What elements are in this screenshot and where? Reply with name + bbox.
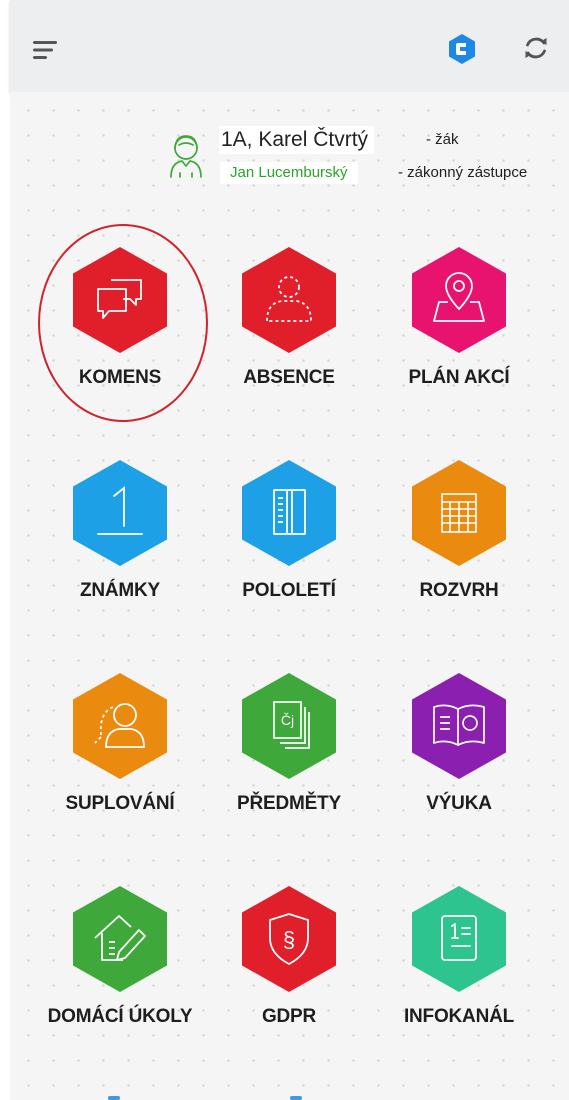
student-avatar-icon bbox=[170, 135, 202, 178]
module-label: INFOKANÁL bbox=[403, 1006, 515, 1027]
student-role-label: - žák bbox=[426, 131, 459, 148]
module-tile-gdpr[interactable]: § GDPR bbox=[199, 886, 379, 1056]
guardian-role-label: - zákonný zástupce bbox=[398, 164, 528, 181]
substitute-person-icon bbox=[73, 673, 167, 779]
student-class-and-name: 1A, Karel Čtvrtý bbox=[219, 126, 375, 154]
hamburger-menu-icon bbox=[33, 41, 57, 59]
report-book-icon bbox=[242, 460, 336, 566]
module-tile-pololeti[interactable]: POLOLETÍ bbox=[199, 460, 379, 630]
module-tile-plan-akci[interactable]: PLÁN AKCÍ bbox=[369, 247, 549, 417]
bakalari-logo-button[interactable] bbox=[440, 27, 484, 71]
module-tile-domaci-ukoly[interactable]: DOMÁCÍ ÚKOLY bbox=[30, 886, 210, 1056]
user-info: 1A, Karel Čtvrtý - žák Jan Lucemburský -… bbox=[158, 122, 569, 192]
next-row-hint bbox=[290, 1096, 302, 1100]
module-label: DOMÁCÍ ÚKOLY bbox=[47, 1006, 193, 1027]
chat-bubbles-icon bbox=[73, 247, 167, 353]
map-pin-icon bbox=[412, 247, 506, 353]
module-label: SUPLOVÁNÍ bbox=[65, 793, 175, 814]
next-row-hint bbox=[108, 1096, 120, 1100]
module-label: POLOLETÍ bbox=[242, 580, 336, 601]
bakalari-logo-icon bbox=[449, 34, 475, 64]
svg-text:§: § bbox=[283, 927, 295, 952]
subject-pages-icon: Čj bbox=[242, 673, 336, 779]
info-list-icon bbox=[412, 886, 506, 992]
module-tile-znamky[interactable]: ZNÁMKY bbox=[30, 460, 210, 630]
module-label: PŘEDMĚTY bbox=[237, 793, 341, 814]
timetable-grid-icon bbox=[412, 460, 506, 566]
open-book-icon bbox=[412, 673, 506, 779]
module-tile-suplovani[interactable]: SUPLOVÁNÍ bbox=[30, 673, 210, 843]
refresh-icon bbox=[525, 37, 547, 59]
module-tile-infokanal[interactable]: INFOKANÁL bbox=[369, 886, 549, 1056]
module-label: ABSENCE bbox=[243, 367, 335, 388]
menu-button[interactable] bbox=[24, 28, 68, 72]
absent-person-icon bbox=[242, 247, 336, 353]
top-app-bar bbox=[10, 0, 569, 92]
module-label: GDPR bbox=[261, 1006, 317, 1027]
module-label: PLÁN AKCÍ bbox=[408, 367, 510, 388]
shield-paragraph-icon: § bbox=[242, 886, 336, 992]
module-tile-rozvrh[interactable]: ROZVRH bbox=[369, 460, 549, 630]
module-label: ZNÁMKY bbox=[79, 580, 161, 601]
module-tile-vyuka[interactable]: VÝUKA bbox=[369, 673, 549, 843]
svg-text:Čj: Čj bbox=[281, 712, 294, 728]
module-tile-komens[interactable]: KOMENS bbox=[30, 247, 210, 417]
house-pencil-icon bbox=[73, 886, 167, 992]
module-label: VÝUKA bbox=[426, 793, 492, 814]
module-tile-predmety[interactable]: Čj PŘEDMĚTY bbox=[199, 673, 379, 843]
module-label: KOMENS bbox=[78, 367, 162, 388]
guardian-name[interactable]: Jan Lucemburský bbox=[220, 162, 358, 184]
module-tile-absence[interactable]: ABSENCE bbox=[199, 247, 379, 417]
refresh-button[interactable] bbox=[514, 26, 558, 70]
grade-one-icon bbox=[73, 460, 167, 566]
module-label: ROZVRH bbox=[419, 580, 499, 601]
